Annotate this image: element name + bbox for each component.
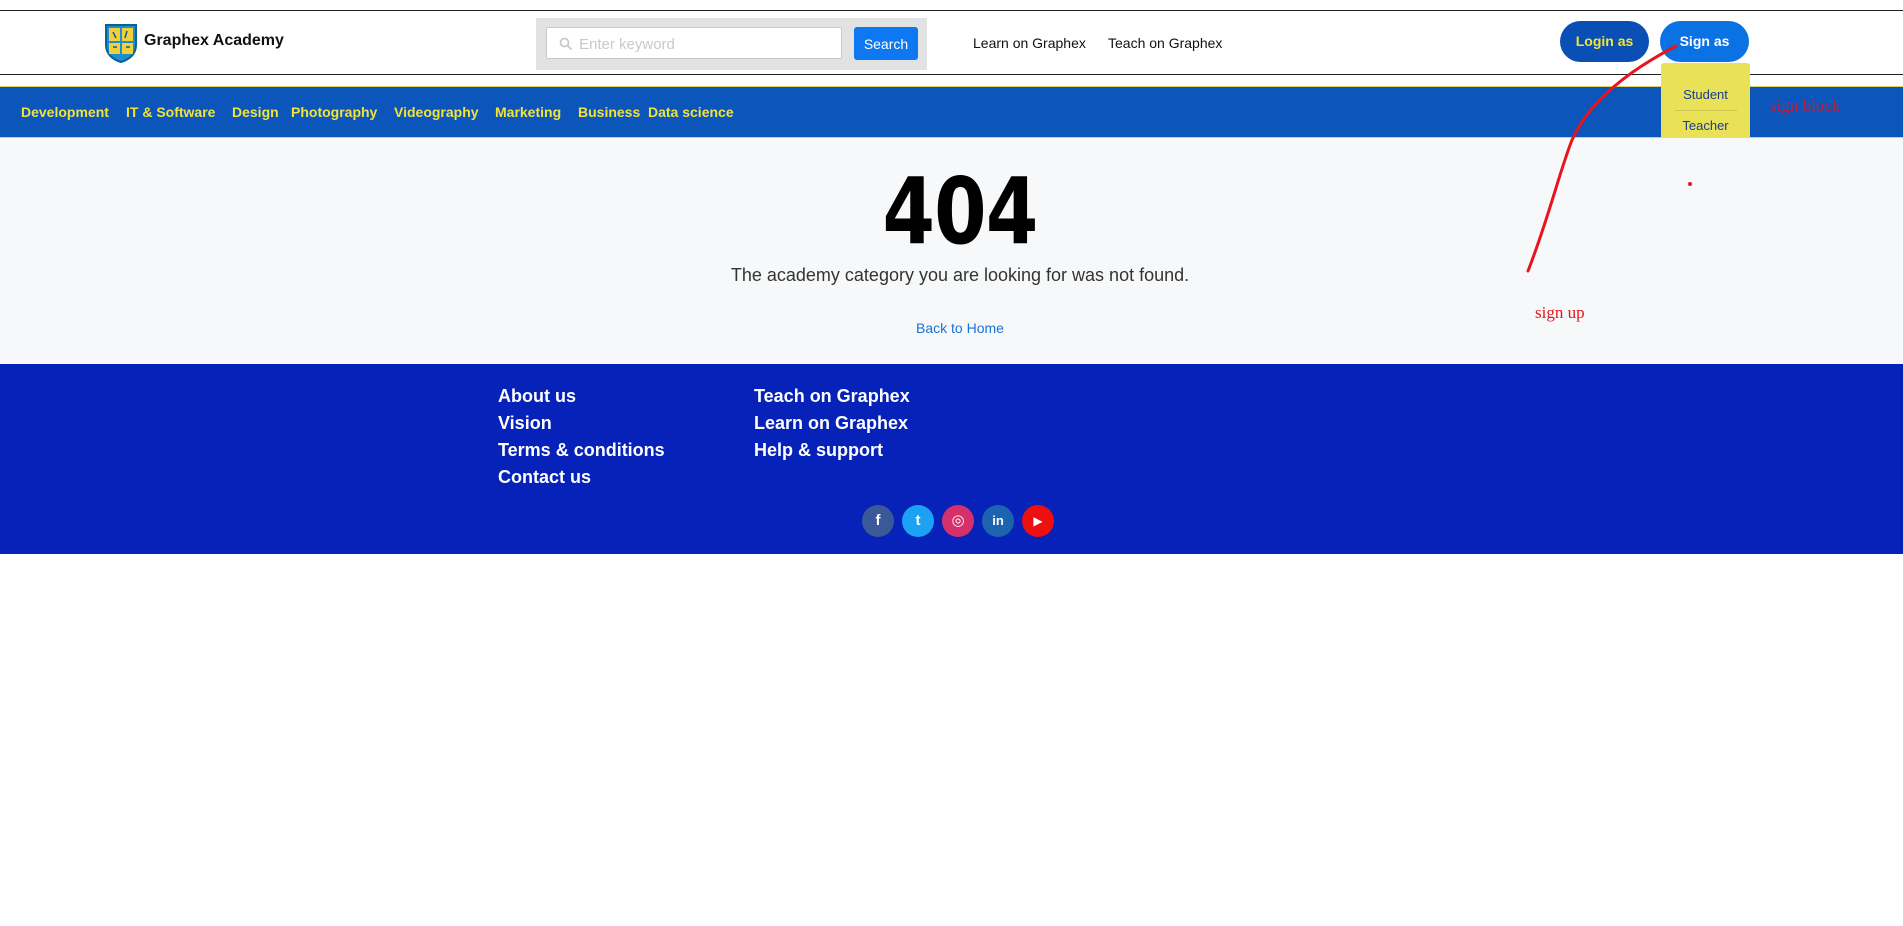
category-photography[interactable]: Photography [291,104,377,120]
logo-shield-icon[interactable] [104,23,138,63]
dropdown-item-student[interactable]: Student [1661,87,1750,102]
back-to-home-link[interactable]: Back to Home [0,320,1903,336]
footer-link-terms[interactable]: Terms & conditions [498,440,665,461]
facebook-icon[interactable]: f [862,505,894,537]
footer: About us Vision Terms & conditions Conta… [0,364,1903,554]
annotation-sign-block: sign block [1770,96,1841,115]
top-header: Graphex Academy Search Learn on Graphex … [0,10,1903,75]
dropdown-item-teacher[interactable]: Teacher [1661,118,1750,133]
category-development[interactable]: Development [21,104,109,120]
footer-link-contact[interactable]: Contact us [498,467,591,488]
footer-link-teach[interactable]: Teach on Graphex [754,386,910,407]
dropdown-divider [1675,110,1737,111]
linkedin-icon[interactable]: in [982,505,1014,537]
search-field[interactable] [546,27,842,59]
twitter-icon[interactable]: t [902,505,934,537]
error-code: 404 [882,158,1038,265]
sign-up-button[interactable]: Sign as [1660,21,1749,62]
learn-on-graphex-link[interactable]: Learn on Graphex [973,35,1086,51]
footer-link-help[interactable]: Help & support [754,440,883,461]
error-message: The academy category you are looking for… [730,265,1190,285]
category-data-science[interactable]: Data science [648,104,734,120]
category-it-software[interactable]: IT & Software [126,104,215,120]
category-nav: Development IT & Software Design Photogr… [0,86,1903,138]
category-marketing[interactable]: Marketing [495,104,561,120]
error-content: 404 The academy category you are looking… [0,138,1903,364]
instagram-icon[interactable]: ◎ [942,505,974,537]
search-icon [559,37,573,51]
category-design[interactable]: Design [232,104,279,120]
search-input[interactable] [577,31,836,57]
search-button[interactable]: Search [854,27,918,60]
footer-link-about[interactable]: About us [498,386,576,407]
brand-name[interactable]: Graphex Academy [144,32,284,50]
category-business[interactable]: Business [578,104,640,120]
teach-on-graphex-link[interactable]: Teach on Graphex [1108,35,1222,51]
footer-link-vision[interactable]: Vision [498,413,552,434]
login-button[interactable]: Login as [1560,21,1649,62]
footer-link-learn[interactable]: Learn on Graphex [754,413,908,434]
search-bar: Search [536,18,927,70]
youtube-icon[interactable]: ▶ [1022,505,1054,537]
annotation-sign-up: sign up [1535,303,1585,322]
category-videography[interactable]: Videography [394,104,479,120]
